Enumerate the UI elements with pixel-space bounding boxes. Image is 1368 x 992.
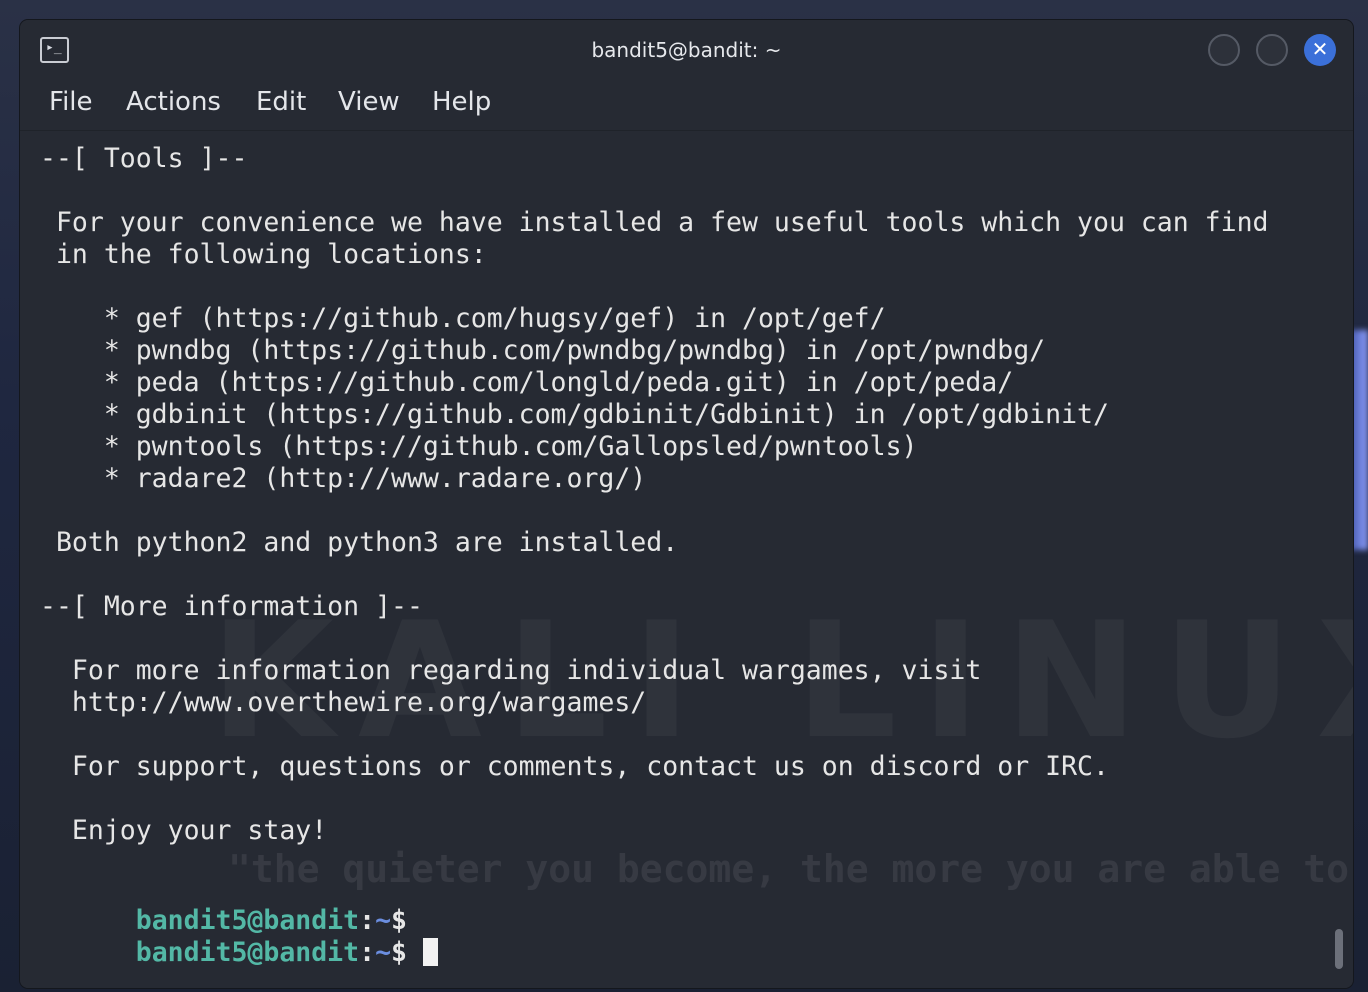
terminal-output-area[interactable]: KALI LINUX "the quieter you become, the … (20, 130, 1353, 988)
terminal-line: --[ Tools ]-- (40, 143, 248, 174)
menu-actions[interactable]: Actions (126, 82, 221, 122)
prompt-user-host: bandit5@bandit (135, 937, 360, 968)
terminal-line: * gef (https://github.com/hugsy/gef) in … (40, 303, 886, 334)
terminal-window: ▸_ bandit5@bandit: ~ ✕ File Actions Edit… (20, 20, 1353, 988)
terminal-line: * radare2 (http://www.radare.org/) (40, 463, 647, 494)
terminal-line: * gdbinit (https://github.com/gdbinit/Gd… (40, 399, 1109, 430)
terminal-line: Enjoy your stay! (40, 815, 328, 846)
terminal-line: For your convenience we have installed a… (40, 207, 1269, 238)
menu-help[interactable]: Help (432, 82, 491, 122)
prompt-sign: $ (391, 937, 408, 968)
terminal-line: * pwndbg (https://github.com/pwndbg/pwnd… (40, 335, 1046, 366)
menu-edit[interactable]: Edit (256, 82, 306, 122)
text-cursor (423, 938, 439, 966)
menu-view[interactable]: View (338, 82, 400, 122)
minimize-button[interactable] (1208, 34, 1240, 66)
terminal-line: For support, questions or comments, cont… (40, 751, 1109, 782)
terminal-line: in the following locations: (40, 239, 487, 270)
scrollbar-thumb[interactable] (1335, 929, 1343, 969)
close-button[interactable]: ✕ (1304, 34, 1336, 66)
terminal-line: Both python2 and python3 are installed. (40, 527, 679, 558)
terminal-line: --[ More information ]-- (40, 591, 423, 622)
close-icon: ✕ (1311, 37, 1329, 61)
terminal-line: For more information regarding individua… (40, 655, 982, 686)
terminal-line: http://www.overthewire.org/wargames/ (40, 687, 647, 718)
maximize-button[interactable] (1256, 34, 1288, 66)
menu-file[interactable]: File (49, 82, 93, 122)
title-bar[interactable]: ▸_ bandit5@bandit: ~ ✕ (20, 20, 1353, 80)
window-title: bandit5@bandit: ~ (591, 38, 782, 62)
prompt-path: ~ (375, 937, 392, 968)
terminal-line: * pwntools (https://github.com/Gallopsle… (40, 431, 918, 462)
active-prompt-line[interactable]: bandit5@bandit:~$ (40, 905, 439, 988)
prompt-colon: : (359, 937, 376, 968)
terminal-line: * peda (https://github.com/longld/peda.g… (40, 367, 1014, 398)
